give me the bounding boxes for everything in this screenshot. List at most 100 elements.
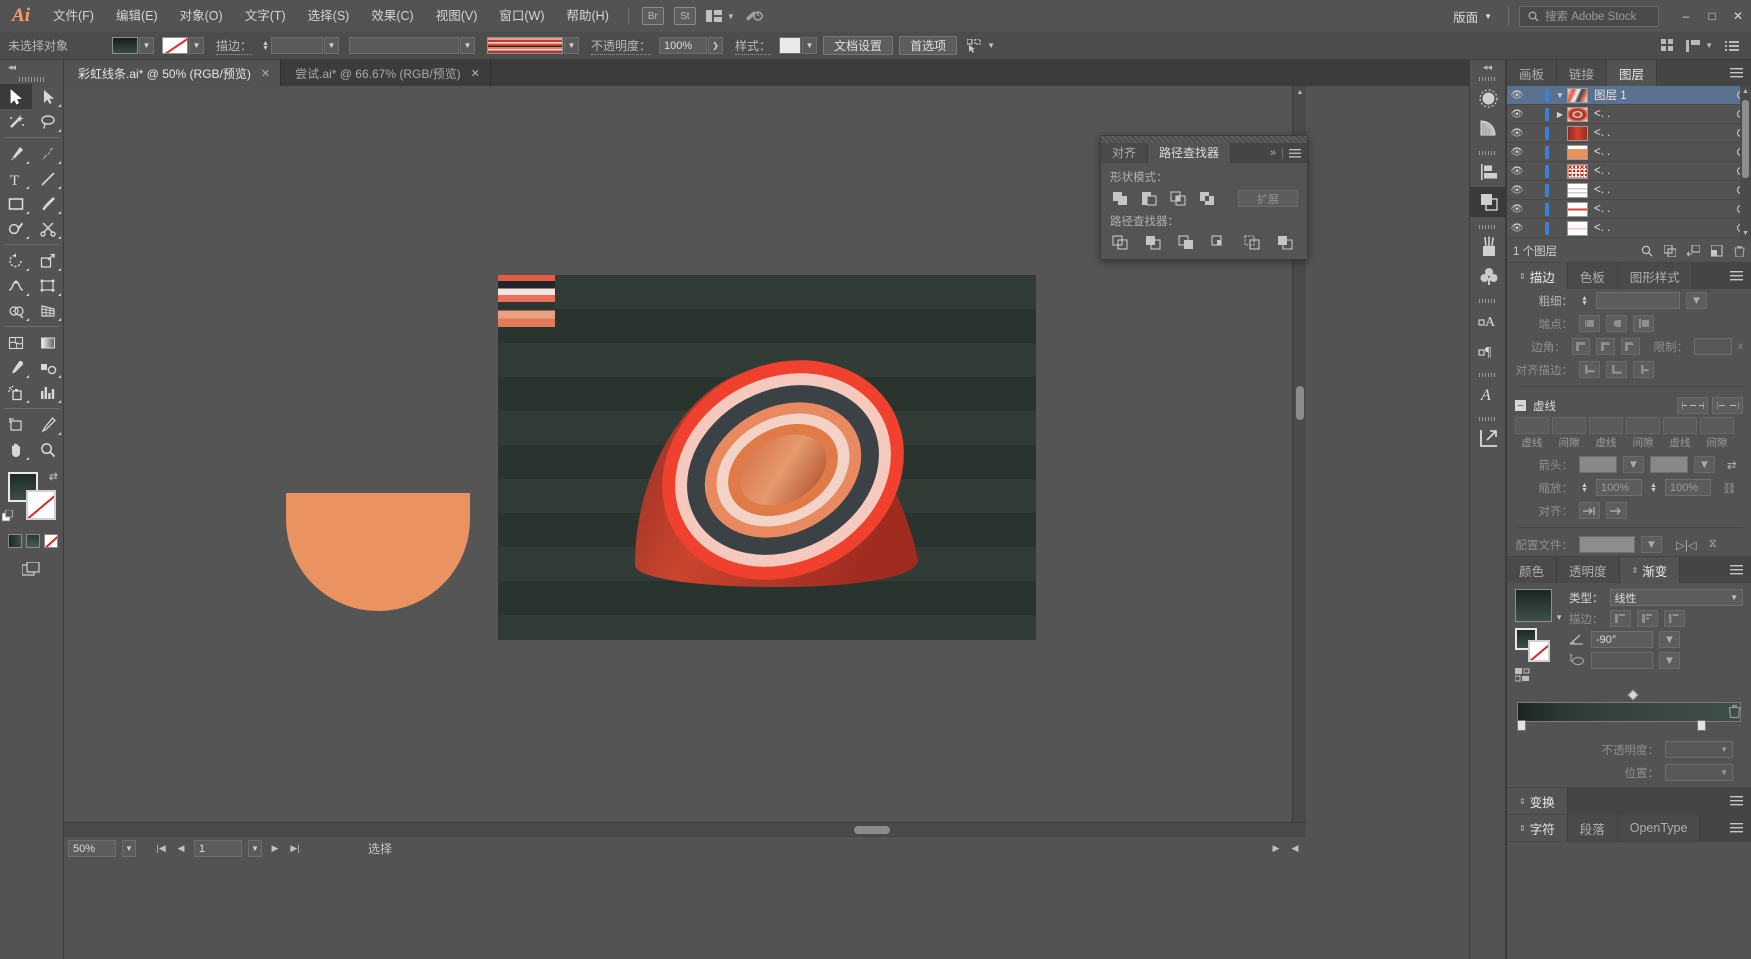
profile-dropdown[interactable]: ▼ [1641, 536, 1662, 553]
symbol-libraries-icon[interactable] [1470, 261, 1507, 291]
rail-grip[interactable] [1470, 74, 1505, 83]
brush-definition-field[interactable] [349, 37, 460, 54]
crop-icon[interactable] [1209, 234, 1230, 251]
arrow-scale-stepper-2[interactable]: ▲ ▼ [1648, 482, 1659, 494]
asset-export-icon[interactable] [1470, 423, 1507, 453]
window-maximize-button[interactable]: □ [1699, 0, 1725, 32]
gradient-opacity-input[interactable]: ▼ [1665, 741, 1733, 758]
layers-list[interactable]: 👁 ▼ 图层 1 👁 ▶ <. . 👁 <. . 👁 <. . 👁 <. . 👁… [1507, 86, 1751, 240]
tab-layers[interactable]: 图层 [1607, 60, 1658, 86]
tab-gradient[interactable]: ⇕ 渐变 [1619, 557, 1681, 583]
menu-effect[interactable]: 效果(C) [360, 0, 424, 32]
pathfinder-panel-icon[interactable] [1470, 187, 1507, 217]
layers-scroll-thumb[interactable] [1742, 100, 1749, 178]
rectangle-tool[interactable] [0, 191, 32, 216]
rail-grip[interactable] [1470, 148, 1505, 157]
magic-wand-tool[interactable] [0, 109, 32, 134]
dashed-line-checkbox[interactable]: – [1515, 400, 1526, 411]
artboard-tool[interactable] [0, 412, 32, 437]
workspace-switcher[interactable]: 版面 ▼ [1447, 7, 1498, 26]
tab-align[interactable]: 对齐 [1101, 143, 1149, 163]
table-row[interactable]: 👁 <. . [1507, 124, 1751, 143]
menu-window[interactable]: 窗口(W) [488, 0, 555, 32]
gradient-stop-end[interactable] [1697, 720, 1706, 731]
tab-graphic-styles[interactable]: 图形样式 [1617, 263, 1693, 289]
table-row[interactable]: 👁 <. . [1507, 143, 1751, 162]
panel-menu-icon[interactable] [1722, 815, 1751, 841]
table-row[interactable]: 👁 <. . [1507, 162, 1751, 181]
outline-icon[interactable] [1242, 234, 1263, 251]
width-tool[interactable] [0, 273, 32, 298]
dash-field-2[interactable]: 虚线 [1589, 417, 1623, 450]
rail-grip[interactable] [1470, 222, 1505, 231]
arrange-documents-icon[interactable]: ▼ [705, 10, 735, 22]
visibility-toggle-icon[interactable]: 👁 [1507, 109, 1527, 120]
round-cap-button[interactable] [1606, 315, 1627, 332]
stroke-weight-stepper[interactable]: ▲ ▼ [260, 37, 271, 54]
canvas-horizontal-scrollbar[interactable] [64, 822, 1306, 836]
align-center-button[interactable] [1579, 361, 1600, 378]
perspective-grid-tool[interactable] [32, 298, 64, 323]
rail-grip[interactable] [1470, 414, 1505, 423]
screen-mode-button[interactable] [0, 562, 63, 577]
gradient-stop-start[interactable] [1517, 720, 1526, 731]
default-fill-stroke-icon[interactable] [1, 509, 15, 526]
dash-align-corners-button[interactable] [1712, 397, 1743, 414]
flip-across-icon[interactable]: ⧖ [1709, 538, 1717, 551]
gradient-preview-swatch[interactable] [1515, 589, 1553, 622]
flip-along-icon[interactable]: ▷|◁ [1676, 538, 1697, 552]
gap-field-2[interactable]: 间隙 [1626, 417, 1660, 450]
locate-object-icon[interactable] [1641, 245, 1653, 257]
dash-input[interactable] [1663, 417, 1697, 434]
symbols-panel-icon[interactable] [1470, 113, 1507, 143]
menu-help[interactable]: 帮助(H) [556, 0, 620, 32]
line-segment-tool[interactable] [32, 166, 64, 191]
scale-tool[interactable] [32, 248, 64, 273]
free-transform-tool[interactable] [32, 273, 64, 298]
link-scale-icon[interactable]: ⛓ [1722, 481, 1737, 495]
gradient-aspect-dropdown[interactable]: ▼ [1659, 652, 1680, 669]
twirl-toggle-icon[interactable]: ▶ [1553, 110, 1567, 119]
bevel-join-button[interactable] [1620, 338, 1640, 355]
window-close-button[interactable]: ✕ [1725, 0, 1751, 32]
hand-tool[interactable] [0, 437, 32, 462]
visibility-toggle-icon[interactable]: 👁 [1507, 204, 1527, 215]
menu-file[interactable]: 文件(F) [42, 0, 105, 32]
document-tab-1[interactable]: 尝试.ai* @ 66.67% (RGB/预览) ✕ [281, 60, 491, 86]
table-row[interactable]: 👁 ▼ 图层 1 [1507, 86, 1751, 105]
gradient-angle-dropdown[interactable]: ▼ [1659, 631, 1680, 648]
zoom-dropdown[interactable]: ▼ [122, 840, 136, 857]
opacity-field[interactable]: 100% [659, 37, 708, 54]
panel-menu-icon[interactable] [1722, 263, 1751, 289]
layers-scrollbar[interactable]: ▲ ▼ [1740, 86, 1751, 240]
dash-field-3[interactable]: 虚线 [1663, 417, 1697, 450]
dash-preserve-exact-button[interactable] [1677, 397, 1708, 414]
status-flyout-icon[interactable]: ▶ [1269, 840, 1283, 857]
close-icon[interactable]: ✕ [261, 67, 270, 80]
last-artboard-button[interactable]: ▶| [288, 840, 302, 857]
trash-icon[interactable] [1728, 704, 1741, 721]
type-tool[interactable]: T [0, 166, 32, 191]
minus-back-icon[interactable] [1275, 234, 1296, 251]
column-graph-tool[interactable] [32, 380, 64, 405]
arrow-scale-input-2[interactable]: 100% [1665, 479, 1711, 496]
tab-opentype[interactable]: OpenType [1617, 815, 1701, 841]
pathfinder-panel-grip[interactable] [1101, 136, 1307, 143]
menu-select[interactable]: 选择(S) [297, 0, 361, 32]
release-to-layers-icon[interactable] [1687, 245, 1700, 257]
selection-tool[interactable] [0, 84, 32, 109]
rail-grip[interactable] [1470, 370, 1505, 379]
arrow-end-field[interactable] [1650, 456, 1688, 473]
arrow-scale-input-1[interactable]: 100% [1596, 479, 1642, 496]
table-row[interactable]: 👁 ▶ <. . [1507, 105, 1751, 124]
profile-field[interactable] [1579, 536, 1635, 553]
tab-transform[interactable]: ⇕ 变换 [1507, 788, 1568, 814]
butt-cap-button[interactable] [1579, 315, 1600, 332]
arrow-end-dropdown[interactable]: ▼ [1694, 456, 1715, 473]
style-swatch[interactable] [779, 37, 802, 54]
toolbar-collapse-button[interactable]: ◂◂ [0, 60, 63, 74]
shape-builder-tool[interactable] [0, 298, 32, 323]
scroll-up-icon[interactable]: ▲ [1293, 86, 1306, 100]
visibility-toggle-icon[interactable]: 👁 [1507, 223, 1527, 234]
double-chevron-right-icon[interactable]: » [1270, 147, 1276, 159]
